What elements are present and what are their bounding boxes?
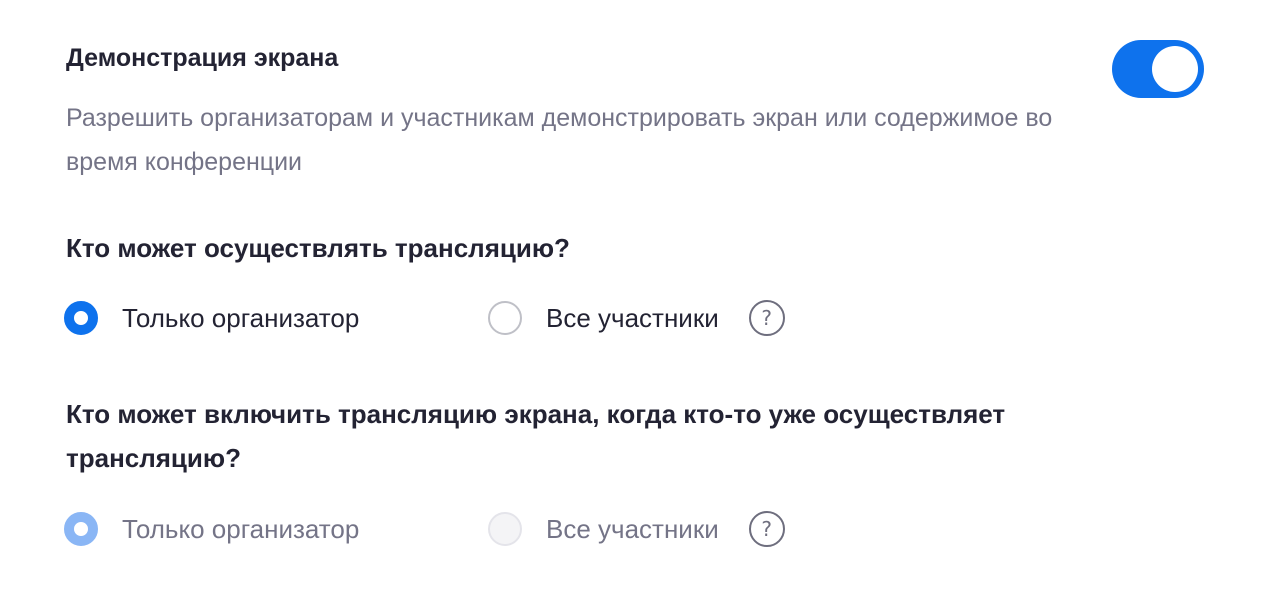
screen-sharing-toggle[interactable] bbox=[1112, 40, 1204, 98]
radio-label-host-only: Только организатор bbox=[122, 513, 360, 544]
radio-group-who-can-start-sharing: Только организатор Все участники ? bbox=[64, 507, 785, 551]
radio-button-unchecked-disabled[interactable] bbox=[488, 512, 522, 546]
help-icon[interactable]: ? bbox=[748, 511, 785, 547]
setting-description: Разрешить организаторам и участникам дем… bbox=[66, 104, 1053, 176]
toggle-knob bbox=[1152, 46, 1198, 92]
setting-title: Демонстрация экрана bbox=[66, 44, 339, 72]
question-who-can-share: Кто может осуществлять трансляцию? bbox=[66, 233, 570, 263]
question-who-can-start-sharing: Кто может включить трансляцию экрана, ко… bbox=[66, 399, 1006, 473]
help-icon[interactable]: ? bbox=[748, 300, 785, 336]
radio-label-host-only: Только организатор bbox=[122, 302, 360, 333]
radio-button-unchecked[interactable] bbox=[488, 301, 522, 335]
radio-button-checked[interactable] bbox=[64, 301, 98, 335]
radio-label-all-participants: Все участники bbox=[546, 513, 719, 544]
radio-button-checked-disabled[interactable] bbox=[64, 512, 98, 546]
radio-option-all-participants-disabled[interactable]: Все участники bbox=[488, 512, 719, 546]
radio-label-all-participants: Все участники bbox=[546, 302, 719, 333]
radio-option-host-only-disabled[interactable]: Только организатор bbox=[64, 512, 488, 546]
radio-option-host-only[interactable]: Только организатор bbox=[64, 301, 488, 335]
radio-option-all-participants[interactable]: Все участники bbox=[488, 301, 719, 335]
radio-group-who-can-share: Только организатор Все участники ? bbox=[64, 296, 785, 340]
